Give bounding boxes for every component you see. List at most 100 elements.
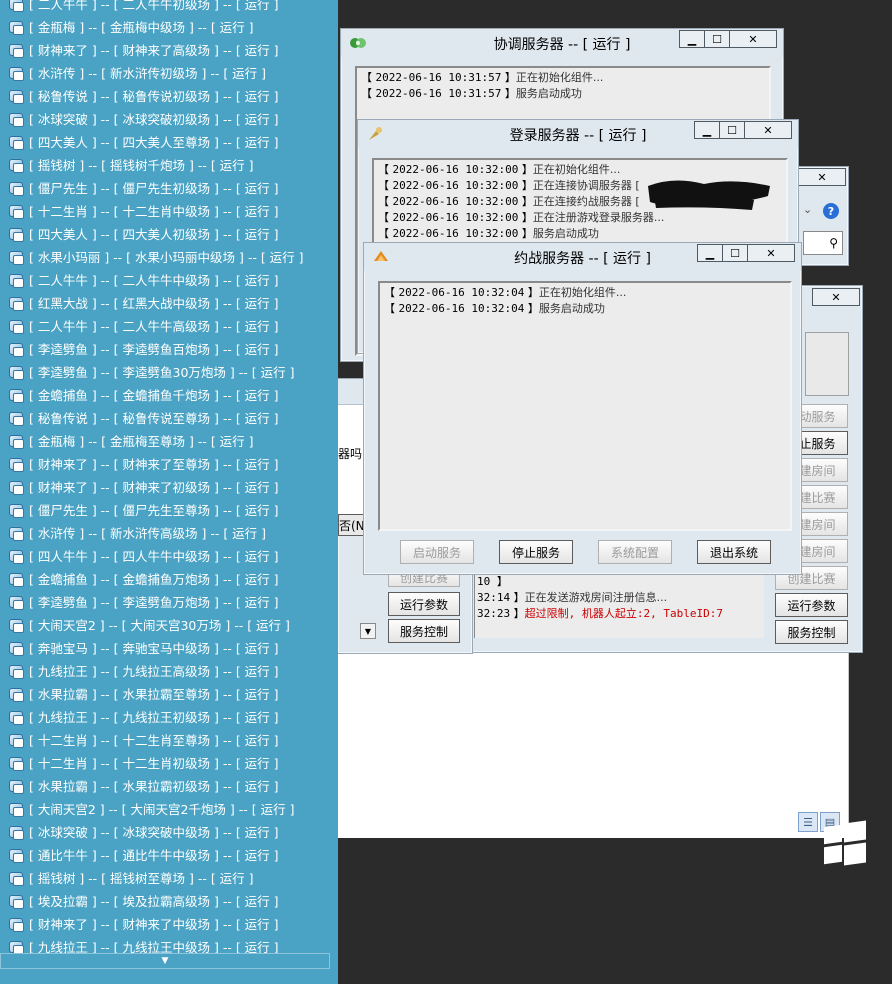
server-list-item[interactable]: [ 十二生肖 ] -- [ 十二生肖至尊场 ] -- [ 运行 ] [0, 728, 338, 751]
search-icon[interactable]: ⚲ [803, 231, 843, 255]
server-list-item[interactable]: [ 金瓶梅 ] -- [ 金瓶梅中级场 ] -- [ 运行 ] [0, 15, 338, 38]
server-list-item[interactable]: [ 李逵劈鱼 ] -- [ 李逵劈鱼百炮场 ] -- [ 运行 ] [0, 337, 338, 360]
service-control-button[interactable]: 服务控制 [775, 620, 848, 644]
server-list-item[interactable]: [ 水果拉霸 ] -- [ 水果拉霸初级场 ] -- [ 运行 ] [0, 774, 338, 797]
server-list-item-label: [ 奔驰宝马 ] -- [ 奔驰宝马中级场 ] -- [ 运行 ] [29, 641, 279, 656]
title-bar[interactable]: 约战服务器 -- [ 运行 ] ▁ ☐ ✕ [364, 243, 801, 271]
server-list-item[interactable]: [ 埃及拉霸 ] -- [ 埃及拉霸高级场 ] -- [ 运行 ] [0, 889, 338, 912]
server-list-item[interactable]: [ 金蟾捕鱼 ] -- [ 金蟾捕鱼千炮场 ] -- [ 运行 ] [0, 383, 338, 406]
server-list-item-label: [ 财神来了 ] -- [ 财神来了高级场 ] -- [ 运行 ] [29, 43, 279, 58]
server-list-item[interactable]: [ 财神来了 ] -- [ 财神来了中级场 ] -- [ 运行 ] [0, 912, 338, 935]
close-icon[interactable]: ✕ [747, 244, 795, 262]
server-list-item[interactable]: [ 冰球突破 ] -- [ 冰球突破初级场 ] -- [ 运行 ] [0, 107, 338, 130]
server-list-item[interactable]: [ 摇钱树 ] -- [ 摇钱树至尊场 ] -- [ 运行 ] [0, 866, 338, 889]
server-list-item-label: [ 僵尸先生 ] -- [ 僵尸先生初级场 ] -- [ 运行 ] [29, 181, 279, 196]
help-icon[interactable]: ? [823, 203, 839, 219]
server-list-item[interactable]: [ 李逵劈鱼 ] -- [ 李逵劈鱼万炮场 ] -- [ 运行 ] [0, 590, 338, 613]
close-icon[interactable]: ✕ [798, 168, 846, 186]
log-message: 服务启动成功 [515, 87, 582, 100]
server-list-item[interactable]: [ 水浒传 ] -- [ 新水浒传初级场 ] -- [ 运行 ] [0, 61, 338, 84]
server-list-item-label: [ 二人牛牛 ] -- [ 二人牛牛高级场 ] -- [ 运行 ] [29, 319, 279, 334]
title-bar[interactable]: 登录服务器 -- [ 运行 ] ▁ ☐ ✕ [358, 120, 798, 148]
start-service-button[interactable]: 启动服务 [400, 540, 474, 564]
maximize-icon[interactable]: ☐ [719, 121, 745, 139]
server-list-item[interactable]: [ 金瓶梅 ] -- [ 金瓶梅至尊场 ] -- [ 运行 ] [0, 429, 338, 452]
server-app-icon [8, 42, 24, 58]
server-list-item[interactable]: [ 二人牛牛 ] -- [ 二人牛牛初级场 ] -- [ 运行 ] [0, 0, 338, 15]
server-list-item[interactable]: [ 水果小玛丽 ] -- [ 水果小玛丽中级场 ] -- [ 运行 ] [0, 245, 338, 268]
stop-service-button[interactable]: 停止服务 [499, 540, 573, 564]
server-list-item[interactable]: [ 金蟾捕鱼 ] -- [ 金蟾捕鱼万炮场 ] -- [ 运行 ] [0, 567, 338, 590]
server-list-item[interactable]: [ 奔驰宝马 ] -- [ 奔驰宝马中级场 ] -- [ 运行 ] [0, 636, 338, 659]
server-list-item-label: [ 摇钱树 ] -- [ 摇钱树至尊场 ] -- [ 运行 ] [29, 871, 254, 886]
server-list-item[interactable]: [ 财神来了 ] -- [ 财神来了高级场 ] -- [ 运行 ] [0, 38, 338, 61]
server-list-item-label: [ 秘鲁传说 ] -- [ 秘鲁传说至尊场 ] -- [ 运行 ] [29, 411, 279, 426]
no-button[interactable]: 否(N [338, 514, 366, 536]
server-list-item-label: [ 四人牛牛 ] -- [ 四人牛牛中级场 ] -- [ 运行 ] [29, 549, 279, 564]
server-list-item-label: [ 财神来了 ] -- [ 财神来了中级场 ] -- [ 运行 ] [29, 917, 279, 932]
log-list: 【 2022-06-16 10:32:04 】正在初始化组件... 【 2022-… [378, 281, 792, 531]
scroll-down-button[interactable]: ▼ [360, 623, 376, 639]
exit-system-button[interactable]: 退出系统 [697, 540, 771, 564]
server-list-item[interactable]: [ 水果拉霸 ] -- [ 水果拉霸至尊场 ] -- [ 运行 ] [0, 682, 338, 705]
server-app-icon [8, 456, 24, 472]
close-icon[interactable]: ✕ [744, 121, 792, 139]
server-list-item[interactable]: [ 财神来了 ] -- [ 财神来了至尊场 ] -- [ 运行 ] [0, 452, 338, 475]
server-list-item[interactable]: [ 十二生肖 ] -- [ 十二生肖初级场 ] -- [ 运行 ] [0, 751, 338, 774]
service-control-button[interactable]: 服务控制 [388, 619, 460, 643]
server-list-item[interactable]: [ 四大美人 ] -- [ 四大美人至尊场 ] -- [ 运行 ] [0, 130, 338, 153]
maximize-icon[interactable]: ☐ [722, 244, 748, 262]
minimize-icon[interactable]: ▁ [679, 30, 705, 48]
server-list-item[interactable]: [ 九线拉王 ] -- [ 九线拉王初级场 ] -- [ 运行 ] [0, 705, 338, 728]
title-bar[interactable]: 协调服务器 -- [ 运行 ] ▁ ☐ ✕ [341, 29, 783, 57]
server-list-panel: [ 二人牛牛 ] -- [ 二人牛牛初级场 ] -- [ 运行 ] [ 金瓶梅 ]… [0, 0, 338, 984]
server-list-item[interactable]: [ 红黑大战 ] -- [ 红黑大战中级场 ] -- [ 运行 ] [0, 291, 338, 314]
minimize-icon[interactable]: ▁ [697, 244, 723, 262]
server-list-item[interactable]: [ 四人牛牛 ] -- [ 四人牛牛中级场 ] -- [ 运行 ] [0, 544, 338, 567]
server-list-item[interactable]: [ 僵尸先生 ] -- [ 僵尸先生初级场 ] -- [ 运行 ] [0, 176, 338, 199]
server-list-item[interactable]: [ 二人牛牛 ] -- [ 二人牛牛中级场 ] -- [ 运行 ] [0, 268, 338, 291]
log-time: 2022-06-16 10:32:00 [392, 227, 519, 240]
scroll-down-button[interactable]: ▼ [0, 953, 330, 969]
server-app-icon [8, 479, 24, 495]
server-list-item-label: [ 二人牛牛 ] -- [ 二人牛牛初级场 ] -- [ 运行 ] [29, 0, 279, 12]
dialog-text: 器吗 [338, 447, 363, 461]
server-list-item[interactable]: [ 摇钱树 ] -- [ 摇钱树千炮场 ] -- [ 运行 ] [0, 153, 338, 176]
server-list-item-label: [ 财神来了 ] -- [ 财神来了至尊场 ] -- [ 运行 ] [29, 457, 279, 472]
server-list-item[interactable]: [ 冰球突破 ] -- [ 冰球突破中级场 ] -- [ 运行 ] [0, 820, 338, 843]
server-list-item[interactable]: [ 僵尸先生 ] -- [ 僵尸先生至尊场 ] -- [ 运行 ] [0, 498, 338, 521]
server-list-item[interactable]: [ 财神来了 ] -- [ 财神来了初级场 ] -- [ 运行 ] [0, 475, 338, 498]
server-app-icon [8, 111, 24, 127]
server-app-icon [8, 801, 24, 817]
log-message: 正在连接约战服务器 [ [532, 195, 640, 208]
log-time: 2022-06-16 10:31:57 [375, 87, 502, 100]
server-list-item[interactable]: [ 水浒传 ] -- [ 新水浒传高级场 ] -- [ 运行 ] [0, 521, 338, 544]
server-list-item[interactable]: [ 秘鲁传说 ] -- [ 秘鲁传说至尊场 ] -- [ 运行 ] [0, 406, 338, 429]
details-view-icon[interactable]: ☰ [798, 812, 818, 832]
run-params-button[interactable]: 运行参数 [388, 592, 460, 616]
server-list-item[interactable]: [ 秘鲁传说 ] -- [ 秘鲁传说初级场 ] -- [ 运行 ] [0, 84, 338, 107]
server-list-item[interactable]: [ 十二生肖 ] -- [ 十二生肖中级场 ] -- [ 运行 ] [0, 199, 338, 222]
server-app-icon [8, 847, 24, 863]
server-list-item[interactable]: [ 二人牛牛 ] -- [ 二人牛牛高级场 ] -- [ 运行 ] [0, 314, 338, 337]
server-list-item[interactable]: [ 李逵劈鱼 ] -- [ 李逵劈鱼30万炮场 ] -- [ 运行 ] [0, 360, 338, 383]
server-list-item[interactable]: [ 大闹天宫2 ] -- [ 大闹天宫2千炮场 ] -- [ 运行 ] [0, 797, 338, 820]
close-icon[interactable]: ✕ [729, 30, 777, 48]
system-config-button[interactable]: 系统配置 [598, 540, 672, 564]
server-list-item-label: [ 水浒传 ] -- [ 新水浒传初级场 ] -- [ 运行 ] [29, 66, 267, 81]
window-controls: ▁ ☐ ✕ [694, 121, 792, 139]
server-list-item[interactable]: [ 四大美人 ] -- [ 四大美人初级场 ] -- [ 运行 ] [0, 222, 338, 245]
run-params-button[interactable]: 运行参数 [775, 593, 848, 617]
minimize-icon[interactable]: ▁ [694, 121, 720, 139]
log-time: 2022-06-16 10:32:00 [392, 179, 519, 192]
server-app-icon [8, 272, 24, 288]
server-list-item[interactable]: [ 九线拉王 ] -- [ 九线拉王高级场 ] -- [ 运行 ] [0, 659, 338, 682]
maximize-icon[interactable]: ☐ [704, 30, 730, 48]
close-icon[interactable]: ✕ [812, 288, 860, 306]
dropdown-arrow-icon[interactable]: ⌄ [803, 203, 812, 216]
server-app-icon [8, 778, 24, 794]
server-list-item[interactable]: [ 大闹天宫2 ] -- [ 大闹天宫30万场 ] -- [ 运行 ] [0, 613, 338, 636]
server-app-icon [8, 617, 24, 633]
server-list-item[interactable]: [ 通比牛牛 ] -- [ 通比牛牛中级场 ] -- [ 运行 ] [0, 843, 338, 866]
window-controls: ▁ ☐ ✕ [679, 30, 777, 48]
